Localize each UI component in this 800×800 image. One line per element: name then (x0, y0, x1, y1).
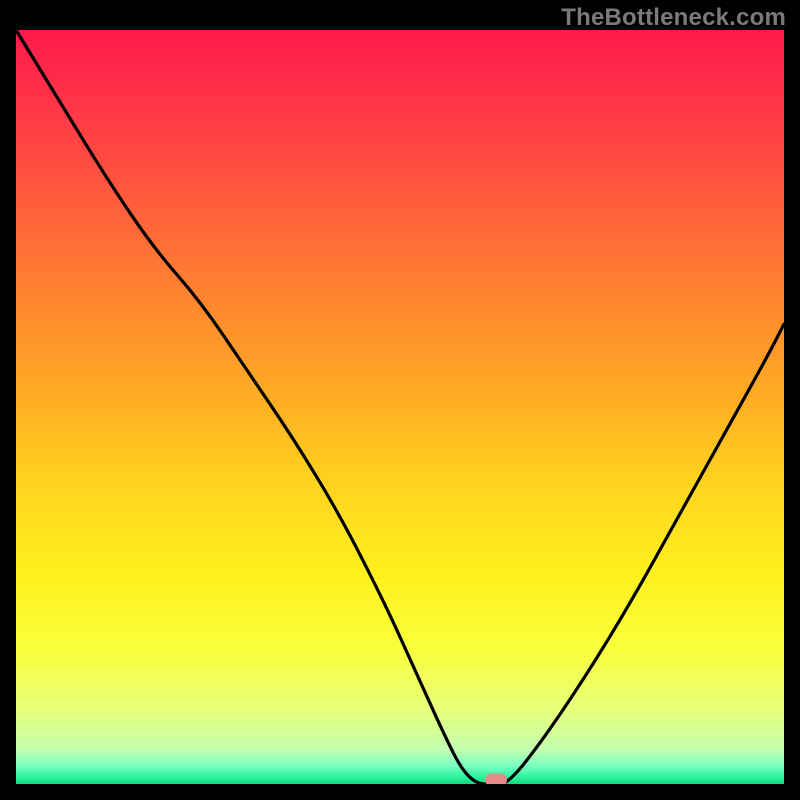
optimal-marker (485, 774, 507, 785)
bottleneck-curve (16, 30, 784, 784)
chart-stage: TheBottleneck.com (0, 0, 800, 800)
watermark-text: TheBottleneck.com (561, 4, 786, 32)
plot-area (16, 30, 784, 784)
curve-layer (16, 30, 784, 784)
